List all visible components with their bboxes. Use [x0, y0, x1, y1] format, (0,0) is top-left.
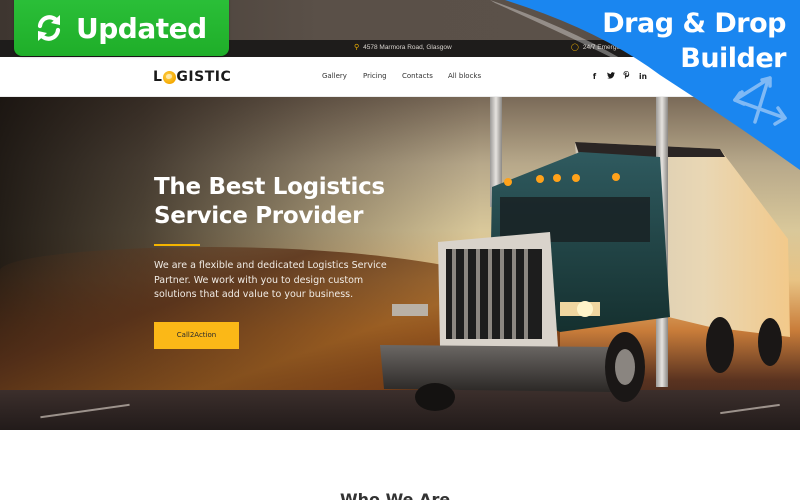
clock-icon: ◯	[571, 44, 579, 51]
hero-title: The Best Logistics Service Provider	[154, 173, 414, 231]
hero-title-line-1: The Best Logistics	[154, 174, 385, 200]
address-text: 4578 Marmora Road, Glasgow	[363, 44, 452, 51]
drag-drop-line-1: Drag & Drop	[602, 8, 786, 39]
refresh-icon	[37, 15, 61, 41]
nav-link-pricing[interactable]: Pricing	[363, 72, 387, 80]
hero-section: The Best Logistics Service Provider We a…	[0, 97, 800, 430]
facebook-icon[interactable]: f	[591, 72, 598, 81]
hero-title-line-2: Service Provider	[154, 203, 364, 229]
globe-icon	[162, 70, 176, 84]
section-heading: Who We Are	[340, 492, 470, 500]
updated-label: Updated	[76, 11, 207, 45]
nav-link-all-blocks[interactable]: All blocks	[448, 72, 481, 80]
logo-prefix: L	[153, 69, 163, 85]
hero-description: We are a flexible and dedicated Logistic…	[154, 260, 387, 300]
hero-divider	[154, 244, 200, 246]
hero-content: The Best Logistics Service Provider We a…	[154, 173, 414, 349]
address-info: ⚲ 4578 Marmora Road, Glasgow	[354, 44, 452, 51]
drag-drop-line-2: Builder	[680, 43, 786, 74]
logo[interactable]: L GISTIC	[153, 68, 231, 86]
nav-link-gallery[interactable]: Gallery	[322, 72, 347, 80]
map-pin-icon: ⚲	[354, 44, 360, 51]
road-marking	[40, 403, 130, 419]
logo-suffix: GISTIC	[176, 69, 232, 85]
truck-image	[380, 97, 790, 411]
updated-badge: Updated	[14, 0, 229, 56]
drag-drop-text: Drag & Drop Builder	[602, 6, 786, 76]
nav-link-contacts[interactable]: Contacts	[402, 72, 433, 80]
call-to-action-button[interactable]: Call2Action	[154, 321, 239, 349]
